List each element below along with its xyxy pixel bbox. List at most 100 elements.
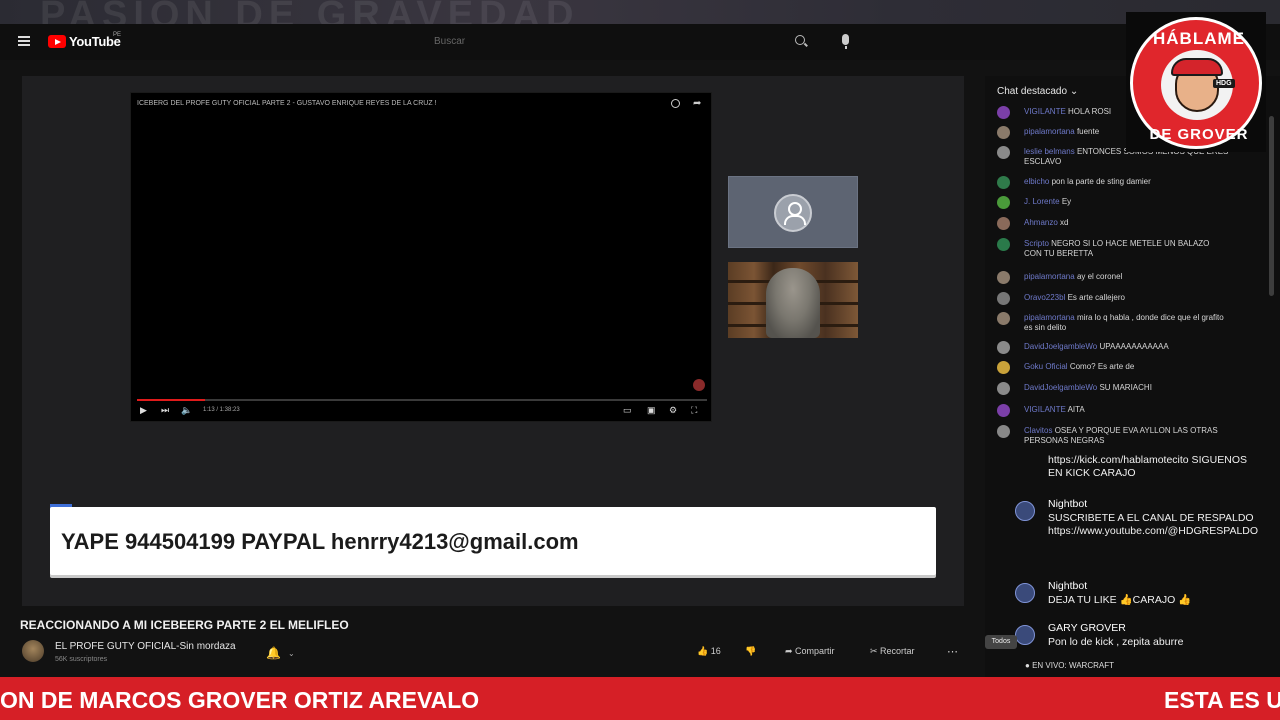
- chat-avatar[interactable]: [997, 361, 1010, 374]
- youtube-logo-icon[interactable]: [48, 35, 66, 48]
- shared-video-player[interactable]: ICEBERG DEL PROFE GUTY OFICIAL PARTE 2 -…: [130, 92, 712, 422]
- channel-avatar[interactable]: [22, 640, 44, 662]
- chat-avatar[interactable]: [997, 196, 1010, 209]
- clip-label: Recortar: [880, 646, 915, 656]
- progress-bar[interactable]: [137, 399, 707, 401]
- bot-avatar[interactable]: [1015, 625, 1035, 645]
- pinned-author[interactable]: Nightbot: [1048, 580, 1087, 593]
- next-icon[interactable]: ⏭: [161, 405, 169, 416]
- menu-icon[interactable]: [18, 36, 30, 46]
- chat-body: Como? Es arte de: [1069, 362, 1135, 371]
- search-icon[interactable]: [795, 35, 805, 45]
- chat-text: pipalamortana mira lo q habla , donde di…: [1024, 313, 1229, 333]
- chat-body: AITA: [1067, 405, 1085, 414]
- share-icon[interactable]: ➦: [693, 98, 701, 109]
- chat-body: HOLA ROSI: [1068, 107, 1112, 116]
- settings-icon[interactable]: ⚙: [669, 405, 677, 416]
- chat-author[interactable]: Goku Oficial: [1024, 362, 1068, 371]
- chat-author[interactable]: VIGILANTE: [1024, 107, 1066, 116]
- player-title: ICEBERG DEL PROFE GUTY OFICIAL PARTE 2 -…: [137, 100, 437, 107]
- ticker-text-left: ON DE MARCOS GROVER ORTIZ AREVALO: [0, 687, 480, 713]
- chat-avatar[interactable]: [997, 312, 1010, 325]
- chat-author[interactable]: DavidJoelgambleWo: [1024, 383, 1097, 392]
- channel-name[interactable]: EL PROFE GUTY OFICIAL-Sin mordaza: [55, 641, 236, 652]
- more-icon[interactable]: ⋯: [947, 645, 958, 658]
- filter-all-button[interactable]: Todos: [985, 635, 1017, 649]
- chat-author[interactable]: pipalamortana: [1024, 272, 1075, 281]
- chat-avatar[interactable]: [997, 106, 1010, 119]
- logo-ring: HÁBLAME HDG DE GROVER: [1130, 17, 1262, 149]
- chat-author[interactable]: Clavitos: [1024, 426, 1052, 435]
- live-label: EN VIVO: WARCRAFT: [1032, 661, 1114, 670]
- chat-avatar[interactable]: [997, 126, 1010, 139]
- play-icon[interactable]: ▶: [140, 405, 147, 416]
- participant-tile: [728, 176, 858, 248]
- pinned-text: DEJA TU LIKE 👍CARAJO 👍: [1048, 594, 1192, 606]
- chat-avatar[interactable]: [997, 425, 1010, 438]
- chat-scrollbar[interactable]: [1269, 116, 1274, 296]
- chat-text: pipalamortana ay el coronel: [1024, 272, 1229, 282]
- share-button[interactable]: ➦ Compartir: [785, 646, 835, 657]
- pinned-text: SUSCRIBETE A EL CANAL DE RESPALDO https:…: [1048, 512, 1259, 537]
- chat-author[interactable]: elbicho: [1024, 177, 1049, 186]
- clip-button[interactable]: ✂ Recortar: [870, 646, 915, 657]
- chat-author[interactable]: J. Lorente: [1024, 197, 1060, 206]
- fullscreen-icon[interactable]: ⛶: [691, 405, 697, 416]
- donation-banner: YAPE 944504199 PAYPAL henrry4213@gmail.c…: [50, 507, 936, 575]
- chat-avatar[interactable]: [997, 382, 1010, 395]
- chat-avatar[interactable]: [997, 404, 1010, 417]
- bot-avatar[interactable]: [1015, 583, 1035, 603]
- chat-author[interactable]: leslie belmans: [1024, 147, 1075, 156]
- top-overlay-band: PASIÓN DE GRAVEDAD: [0, 0, 1280, 24]
- user-icon: [774, 194, 812, 232]
- chat-avatar[interactable]: [997, 271, 1010, 284]
- chat-avatar[interactable]: [997, 292, 1010, 305]
- chat-avatar[interactable]: [997, 341, 1010, 354]
- chat-text: DavidJoelgambleWo UPAAAAAAAAAAA: [1024, 342, 1229, 352]
- chat-avatar[interactable]: [997, 217, 1010, 230]
- like-button[interactable]: 👍 16: [697, 646, 721, 657]
- chat-text: Scripto NEGRO SI LO HACE METELE UN BALAZ…: [1024, 239, 1229, 259]
- chat-author[interactable]: DavidJoelgambleWo: [1024, 342, 1097, 351]
- miniplayer-icon[interactable]: ▣: [647, 405, 656, 416]
- subscriber-count: 56K suscriptores: [55, 656, 108, 663]
- chat-body: SU MARIACHI: [1099, 383, 1152, 392]
- chat-header-label: Chat destacado: [997, 86, 1068, 97]
- chat-author[interactable]: Scripto: [1024, 239, 1049, 248]
- streamer-figure: [766, 268, 820, 338]
- dislike-icon[interactable]: 👎: [745, 646, 756, 657]
- chat-avatar[interactable]: [997, 176, 1010, 189]
- chat-text: Ahmanzo xd: [1024, 218, 1229, 228]
- pinned-author[interactable]: GARY GROVER: [1048, 622, 1126, 635]
- webcam-tile: [728, 262, 858, 338]
- search-input[interactable]: Buscar: [410, 32, 780, 52]
- subtitles-icon[interactable]: ▭: [623, 405, 632, 416]
- chat-author[interactable]: Ahmanzo: [1024, 218, 1058, 227]
- chat-body: xd: [1060, 218, 1069, 227]
- chat-author[interactable]: pipalamortana: [1024, 313, 1075, 322]
- progress-fill: [137, 399, 206, 401]
- region-code: PE: [113, 32, 122, 38]
- time-display: 1:13 / 1:38:23: [203, 407, 240, 413]
- chat-author[interactable]: pipalamortana: [1024, 127, 1075, 136]
- chat-body: pon la parte de sting damier: [1051, 177, 1151, 186]
- chat-text: VIGILANTE AITA: [1024, 405, 1229, 415]
- chat-avatar[interactable]: [997, 238, 1010, 251]
- bell-icon[interactable]: 🔔: [266, 646, 281, 660]
- chevron-down-icon[interactable]: ⌄: [288, 649, 295, 658]
- donation-text: YAPE 944504199 PAYPAL henrry4213@gmail.c…: [61, 529, 579, 554]
- clock-icon[interactable]: [671, 99, 680, 108]
- mic-icon[interactable]: [842, 34, 849, 49]
- chat-body: UPAAAAAAAAAAA: [1099, 342, 1169, 351]
- live-now-strip[interactable]: ● EN VIVO: WARCRAFT: [1025, 661, 1280, 675]
- chat-text: Clavitos OSEA Y PORQUE EVA AYLLON LAS OT…: [1024, 426, 1229, 446]
- bot-avatar[interactable]: [1015, 501, 1035, 521]
- chat-body: Es arte callejero: [1067, 293, 1125, 302]
- chat-author[interactable]: VIGILANTE: [1024, 405, 1066, 414]
- chat-avatar[interactable]: [997, 146, 1010, 159]
- volume-icon[interactable]: 🔈: [181, 405, 192, 416]
- chat-text: elbicho pon la parte de sting damier: [1024, 177, 1229, 187]
- chat-header[interactable]: Chat destacado ⌄: [997, 86, 1078, 97]
- chat-author[interactable]: Oravo223bl: [1024, 293, 1065, 302]
- pinned-author[interactable]: Nightbot: [1048, 498, 1087, 511]
